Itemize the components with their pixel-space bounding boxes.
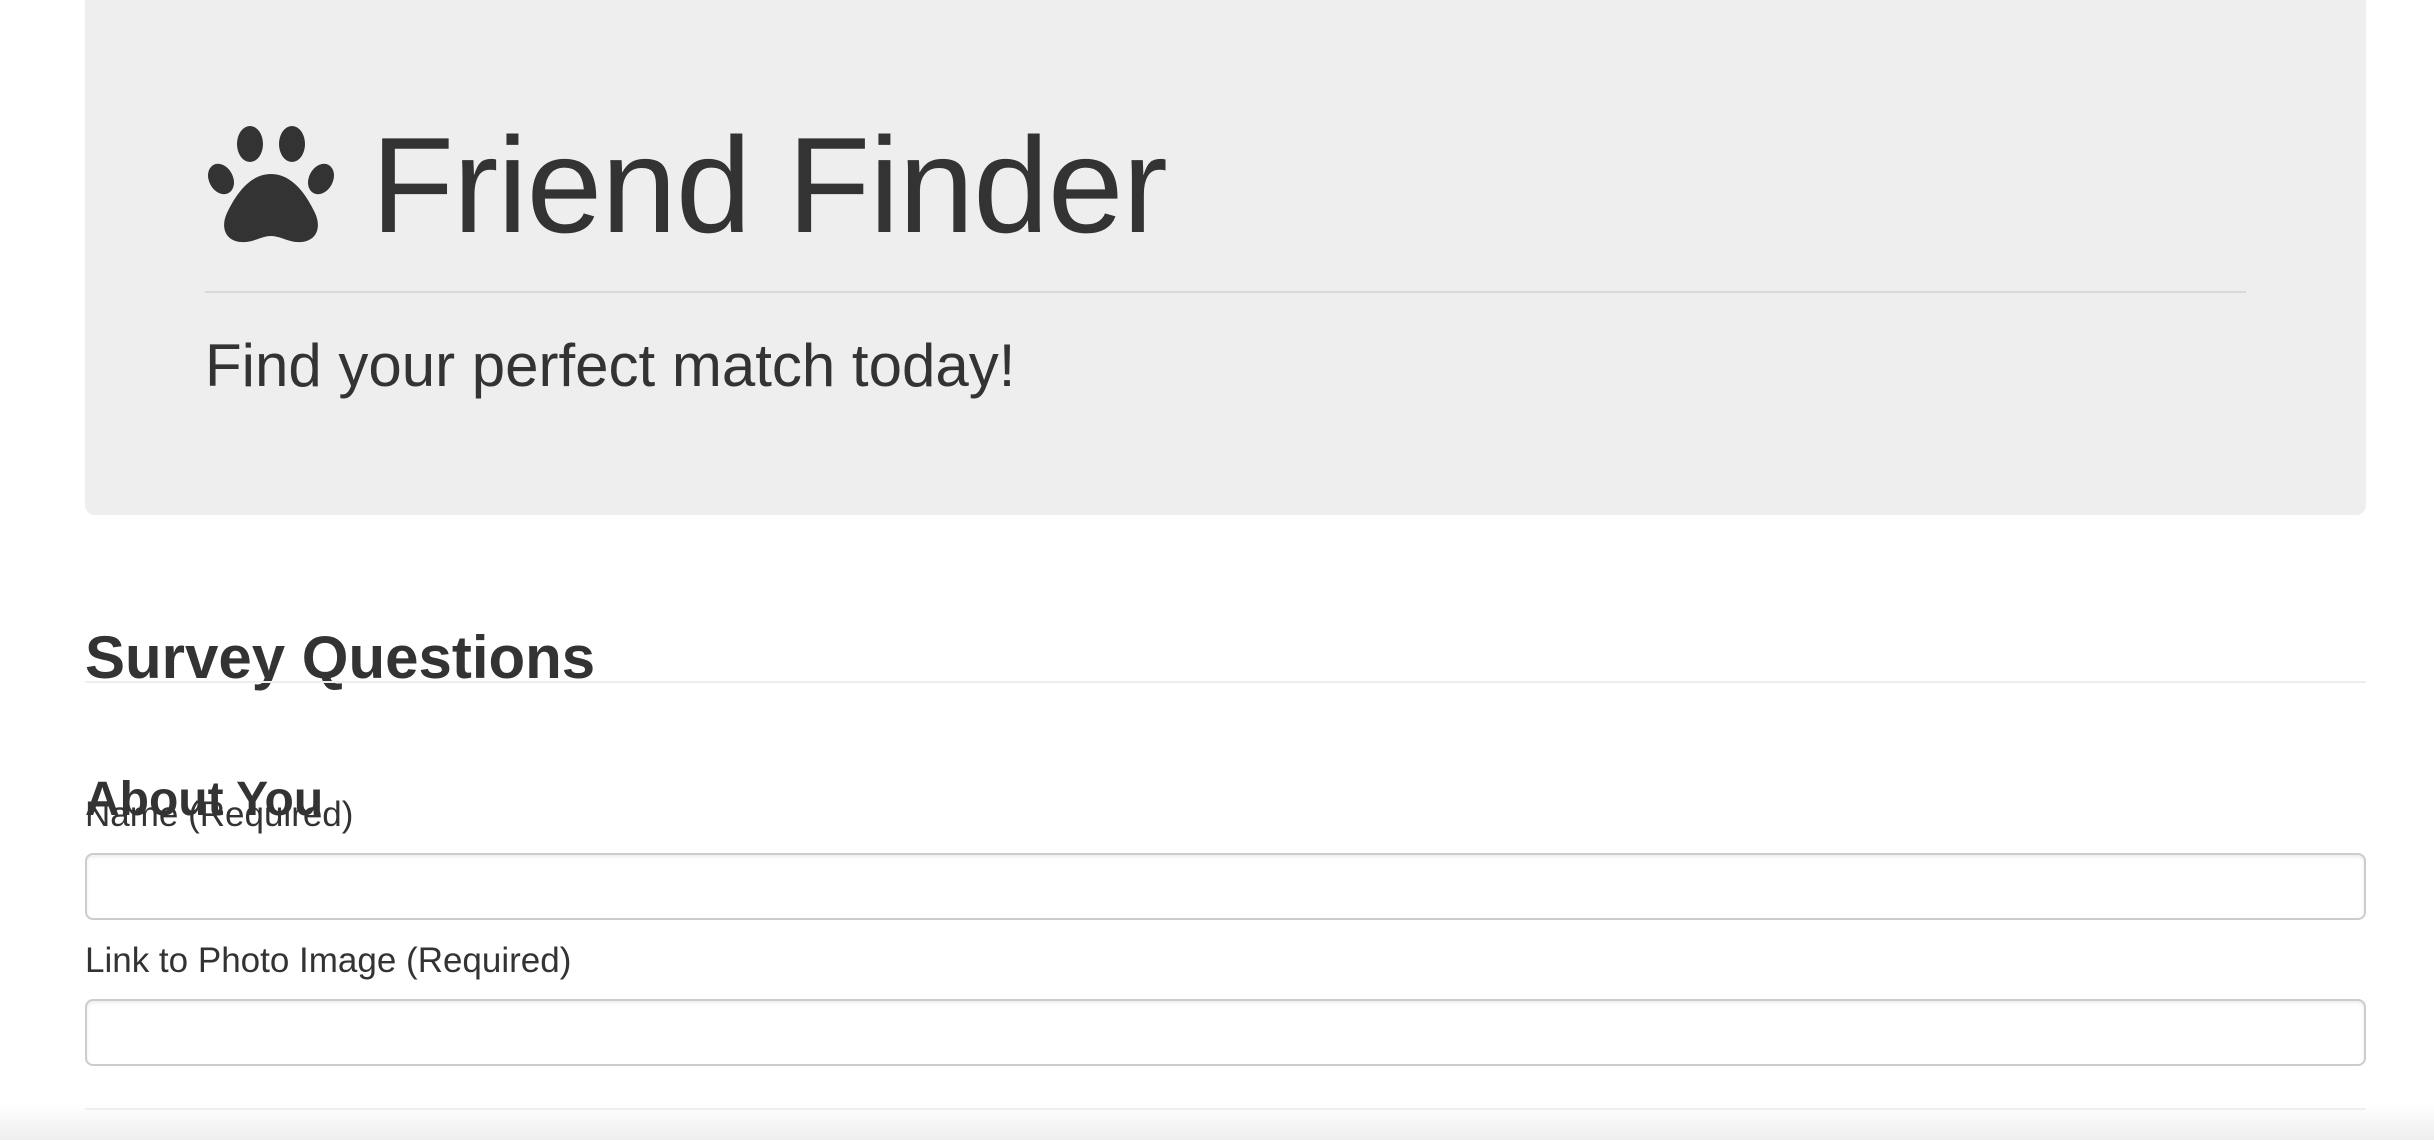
photo-link-field-label: Link to Photo Image (Required)	[85, 941, 572, 980]
hero-divider	[205, 291, 2246, 293]
friend-finder-page: Friend Finder Find your perfect match to…	[0, 0, 2434, 1140]
section-divider	[85, 681, 2366, 683]
bottom-divider	[85, 1108, 2366, 1110]
survey-questions-heading: Survey Questions	[85, 623, 596, 691]
paw-icon	[208, 126, 334, 243]
hero-subtitle: Find your perfect match today!	[205, 332, 1016, 399]
app-title: Friend Finder	[371, 109, 1168, 261]
name-field-label: Name (Required)	[85, 795, 354, 834]
hero-jumbotron: Friend Finder Find your perfect match to…	[85, 0, 2366, 515]
app-brand: Friend Finder	[205, 109, 1168, 261]
photo-link-input[interactable]	[85, 999, 2366, 1066]
name-input[interactable]	[85, 853, 2366, 920]
